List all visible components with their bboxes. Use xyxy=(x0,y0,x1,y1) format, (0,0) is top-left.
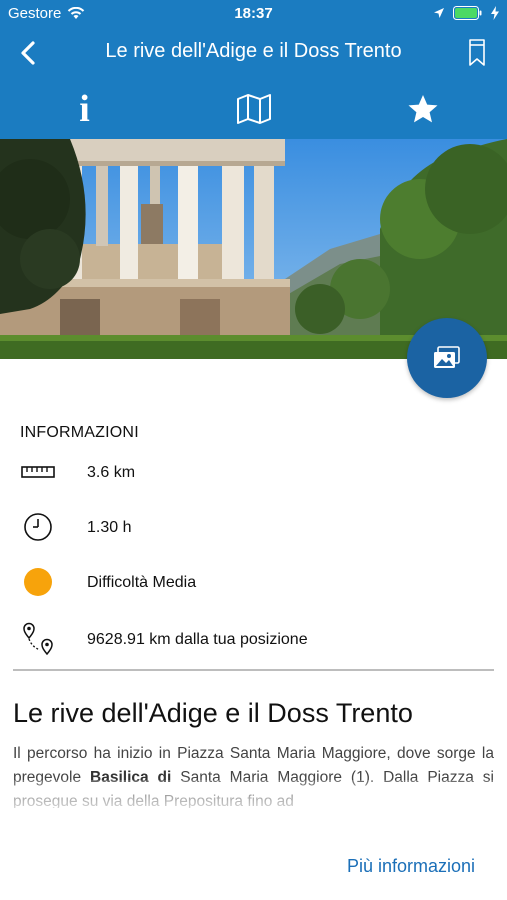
gallery-button[interactable] xyxy=(407,318,487,398)
status-bar: Gestore 18:37 xyxy=(0,0,507,28)
difficulty-value: Difficoltà Media xyxy=(87,574,197,591)
distance-from-you-value: 9628.91 km dalla tua posizione xyxy=(87,631,308,648)
back-button[interactable] xyxy=(14,38,44,68)
location-arrow-icon xyxy=(434,8,444,18)
bookmark-icon xyxy=(469,39,485,66)
photo-gallery-icon xyxy=(434,346,460,368)
charging-icon xyxy=(491,6,499,20)
bookmark-button[interactable] xyxy=(467,38,487,68)
difficulty-dot-icon xyxy=(20,564,56,600)
tab-favorites[interactable] xyxy=(338,78,507,139)
chevron-left-icon xyxy=(21,41,35,65)
status-time: 18:37 xyxy=(234,5,273,22)
tab-info[interactable]: i xyxy=(0,78,169,139)
text-fade-overlay xyxy=(0,780,507,820)
info-row-distance: 3.6 km xyxy=(0,454,507,494)
tab-map[interactable] xyxy=(169,78,338,139)
info-row-difficulty: Difficoltà Media xyxy=(0,564,507,604)
route-pins-icon xyxy=(20,621,56,657)
article-title: Le rive dell'Adige e il Doss Trento xyxy=(13,698,413,728)
navigation-bar: Le rive dell'Adige e il Doss Trento xyxy=(0,28,507,78)
distance-value: 3.6 km xyxy=(87,464,136,481)
more-info-link[interactable]: Più informazioni xyxy=(347,856,475,877)
info-heading: INFORMAZIONI xyxy=(20,424,139,441)
battery-icon xyxy=(453,6,482,20)
clock-icon xyxy=(20,509,56,545)
status-right-group xyxy=(433,6,499,20)
page-title: Le rive dell'Adige e il Doss Trento xyxy=(105,40,402,62)
info-row-position: 9628.91 km dalla tua posizione xyxy=(0,621,507,661)
info-row-duration: 1.30 h xyxy=(0,509,507,549)
star-icon xyxy=(408,94,437,122)
tab-bar: i xyxy=(0,78,507,139)
duration-value: 1.30 h xyxy=(87,519,132,536)
section-divider xyxy=(13,669,494,671)
info-icon: i xyxy=(79,87,90,130)
map-icon xyxy=(236,93,271,124)
ruler-icon xyxy=(20,454,56,490)
